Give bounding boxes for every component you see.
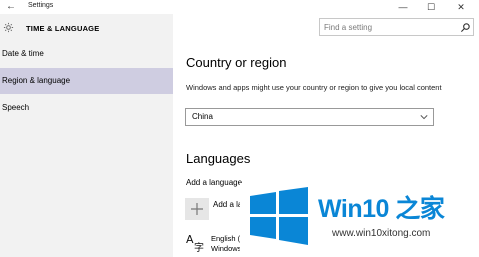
- svg-text:字: 字: [194, 241, 204, 252]
- svg-text:A: A: [186, 233, 194, 246]
- title-bar: ← Settings — ☐ ✕: [0, 0, 479, 14]
- language-item-sub: Windows: [211, 244, 242, 253]
- country-select[interactable]: China: [185, 108, 434, 126]
- search-icon[interactable]: [460, 22, 471, 33]
- sidebar-header: TIME & LANGUAGE: [0, 14, 173, 42]
- language-icon: A 字: [186, 233, 204, 252]
- country-description: Windows and apps might use your country …: [186, 83, 442, 92]
- window-title: Settings: [28, 2, 54, 9]
- search-box: [319, 18, 474, 36]
- add-language-button[interactable]: [185, 198, 209, 220]
- close-button[interactable]: ✕: [448, 0, 474, 14]
- back-button[interactable]: ←: [4, 0, 18, 14]
- sidebar-item-speech[interactable]: Speech: [0, 95, 173, 121]
- maximize-button[interactable]: ☐: [418, 0, 444, 14]
- country-heading: Country or region: [186, 55, 287, 70]
- section-title: TIME & LANGUAGE: [26, 24, 100, 33]
- language-item-name[interactable]: English (: [211, 234, 240, 243]
- country-select-value: China: [192, 112, 213, 121]
- plus-icon: [191, 203, 203, 215]
- search-input[interactable]: [320, 19, 458, 35]
- watermark: Win10 之家 www.win10xitong.com: [240, 183, 479, 257]
- chevron-down-icon: [420, 115, 428, 120]
- languages-heading: Languages: [186, 151, 251, 166]
- sidebar: TIME & LANGUAGE Date & time Region & lan…: [0, 14, 173, 257]
- watermark-url: www.win10xitong.com: [332, 228, 431, 239]
- add-language-button-label[interactable]: Add a la: [213, 200, 242, 209]
- sidebar-item-date-time[interactable]: Date & time: [0, 41, 173, 67]
- windows-logo: [250, 187, 308, 245]
- sidebar-item-region-language[interactable]: Region & language: [0, 68, 173, 94]
- gear-icon: [3, 22, 14, 33]
- minimize-button[interactable]: —: [390, 0, 416, 14]
- watermark-title: Win10 之家: [318, 195, 445, 223]
- back-arrow-icon: ←: [6, 1, 16, 12]
- add-language-label: Add a language: [186, 178, 243, 187]
